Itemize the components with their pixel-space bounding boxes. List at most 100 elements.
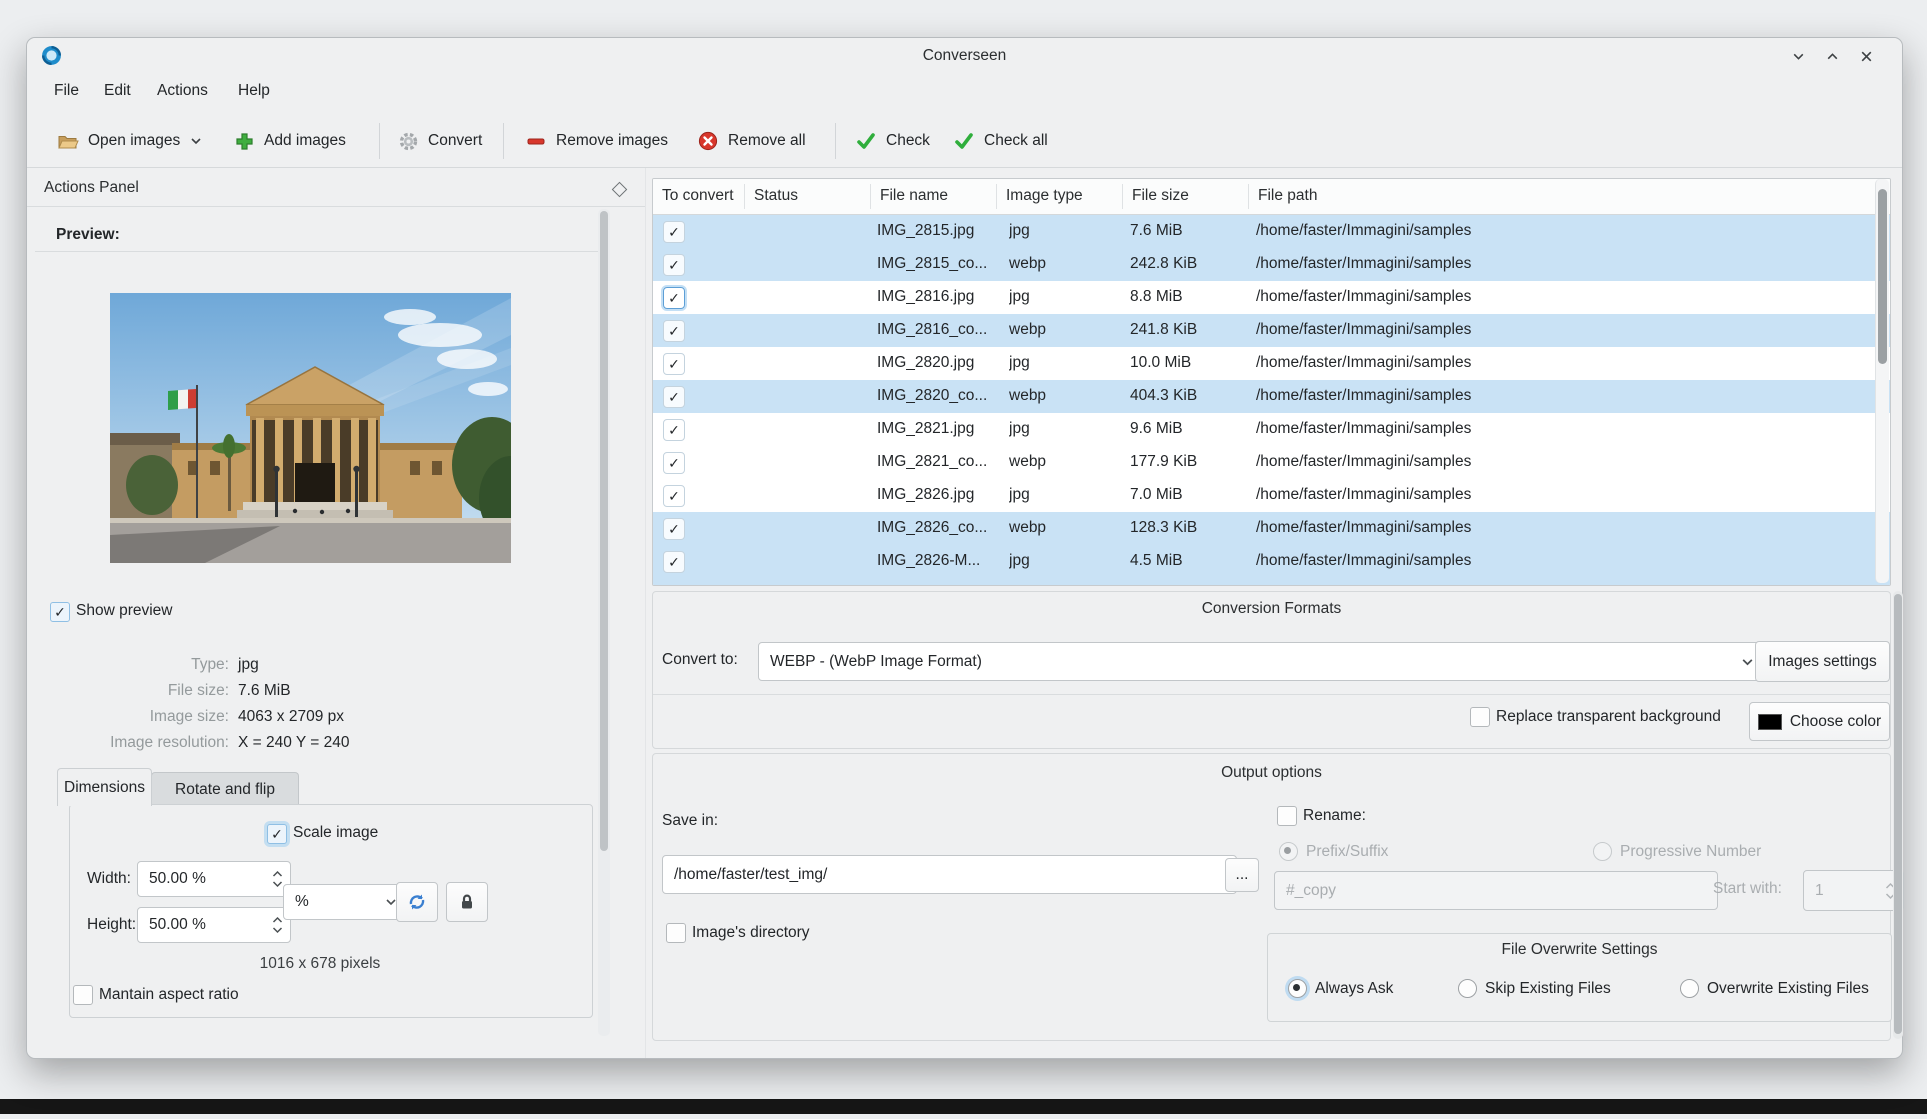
progressive-number-radio[interactable] [1593,842,1612,861]
open-images-button[interactable]: Open images [49,121,211,161]
image-resolution-value: X = 240 Y = 240 [238,734,350,751]
cell-file-size: 8.8 MiB [1130,288,1183,305]
height-spin-arrows[interactable] [272,916,283,934]
splitter[interactable] [645,168,646,1058]
table-row[interactable]: ✓ IMG_2816.jpg jpg 8.8 MiB/home/faster/Imma… [653,281,1890,314]
table-row[interactable]: ✓ IMG_2826_co... webp 128.3 KiB/home/faster… [653,512,1890,545]
to-convert-checkbox[interactable]: ✓ [663,221,685,243]
to-convert-checkbox[interactable]: ✓ [663,287,685,309]
add-images-button[interactable]: Add images [225,121,354,161]
settings-scrollbar-handle[interactable] [1894,594,1902,1034]
width-spinbox[interactable]: 50.00 % [137,861,291,897]
cell-image-type: webp [1009,255,1047,272]
panel-scrollbar-handle[interactable] [600,211,608,851]
browse-button[interactable]: ... [1225,858,1259,892]
maintain-aspect-checkbox[interactable] [73,985,93,1005]
cell-file-name: IMG_2820_co... [877,387,988,404]
images-directory-checkbox[interactable] [666,923,686,943]
show-preview-checkbox[interactable]: ✓ [50,602,70,622]
height-spinbox[interactable]: 50.00 % [137,907,291,943]
conversion-divider [653,694,1890,695]
cell-file-size: 4.5 MiB [1130,552,1183,569]
minimize-button[interactable] [1790,48,1806,64]
check-button[interactable]: Check [847,121,938,161]
lock-icon [458,893,476,911]
dock-float-icon[interactable] [611,181,628,198]
lock-ratio-button[interactable] [446,882,488,922]
header-divider [996,184,997,209]
remove-minus-icon [525,130,547,152]
column-header[interactable]: To convert [662,187,734,205]
to-convert-checkbox[interactable]: ✓ [663,452,685,474]
overwrite-existing-radio[interactable] [1680,979,1699,998]
table-row[interactable]: ✓ IMG_2821.jpg jpg 9.6 MiB/home/faster/Imma… [653,413,1890,446]
save-path-input[interactable]: /home/faster/test_img/ [662,855,1237,894]
prefix-suffix-radio[interactable] [1279,842,1298,861]
images-settings-button[interactable]: Images settings [1755,641,1890,682]
preview-image [110,293,511,563]
width-spin-arrows[interactable] [272,870,283,888]
file-overwrite-groupbox: File Overwrite Settings Always Ask Skip … [1267,933,1892,1022]
column-header[interactable]: Status [754,187,798,205]
table-scrollbar-handle[interactable] [1878,189,1887,364]
close-button[interactable] [1858,48,1874,64]
convert-button[interactable]: Convert [389,121,490,161]
check-all-button[interactable]: Check all [945,121,1056,161]
unit-combobox[interactable]: % [283,884,408,920]
menu-help[interactable]: Help [232,80,276,102]
titlebar[interactable]: Converseen [27,38,1902,73]
refresh-dimensions-button[interactable] [396,882,438,922]
to-convert-checkbox[interactable]: ✓ [663,485,685,507]
menu-file[interactable]: File [48,80,85,102]
table-row[interactable]: ✓ IMG_2816_co... webp 241.8 KiB/home/faster… [653,314,1890,347]
table-row-partial[interactable] [653,578,1890,585]
convert-to-label: Convert to: [662,651,738,668]
maximize-button[interactable] [1824,48,1840,64]
table-row[interactable]: ✓ IMG_2826-M... jpg 4.5 MiB/home/faster/Imm… [653,545,1890,578]
to-convert-checkbox[interactable]: ✓ [663,551,685,573]
file-table-header[interactable]: To convert Status File name Image type File … [653,179,1890,215]
header-divider [744,184,745,209]
column-header[interactable]: File path [1258,187,1317,205]
rename-checkbox[interactable] [1277,806,1297,826]
column-header[interactable]: File name [880,187,948,205]
tab-rotate-flip[interactable]: Rotate and flip [151,772,299,806]
output-options-title: Output options [1221,764,1322,781]
cell-file-name: IMG_2816_co... [877,321,988,338]
table-row[interactable]: ✓ IMG_2826.jpg jpg 7.0 MiB/home/faster/Imma… [653,479,1890,512]
remove-images-button[interactable]: Remove images [517,121,676,161]
to-convert-checkbox[interactable]: ✓ [663,518,685,540]
color-swatch [1757,713,1782,730]
menu-actions[interactable]: Actions [151,80,214,102]
rename-pattern-value: #_copy [1286,881,1336,899]
to-convert-checkbox[interactable]: ✓ [663,353,685,375]
menu-edit[interactable]: Edit [98,80,137,102]
table-row[interactable]: ✓ IMG_2820.jpg jpg 10.0 MiB/home/faster/Imm… [653,347,1890,380]
choose-color-button[interactable]: Choose color [1749,702,1890,741]
to-convert-checkbox[interactable]: ✓ [663,419,685,441]
image-size-value: 4063 x 2709 px [238,708,345,725]
table-row[interactable]: ✓ IMG_2820_co... webp 404.3 KiB/home/faster… [653,380,1890,413]
to-convert-checkbox[interactable]: ✓ [663,320,685,342]
progressive-number-label: Progressive Number [1620,843,1762,860]
start-with-spinbox[interactable]: 1 [1803,870,1904,911]
cell-file-path: /home/faster/Immagini/samples [1256,387,1472,404]
to-convert-checkbox[interactable]: ✓ [663,254,685,276]
always-ask-radio[interactable] [1288,979,1307,998]
table-row[interactable]: ✓ IMG_2821_co... webp 177.9 KiB/home/faster… [653,446,1890,479]
remove-all-button[interactable]: Remove all [689,121,814,161]
to-convert-checkbox[interactable]: ✓ [663,386,685,408]
tab-dimensions[interactable]: Dimensions [57,768,152,806]
convert-to-combobox[interactable]: WEBP - (WebP Image Format) [758,642,1765,681]
scale-image-checkbox[interactable]: ✓ [267,824,287,844]
check-icon [855,130,877,152]
table-row[interactable]: ✓ IMG_2815.jpg jpg 7.6 MiB/home/faster/Imma… [653,215,1890,248]
window-title: Converseen [922,47,1007,64]
cell-file-path: /home/faster/Immagini/samples [1256,321,1472,338]
skip-existing-radio[interactable] [1458,979,1477,998]
table-row[interactable]: ✓ IMG_2815_co... webp 242.8 KiB/home/faster… [653,248,1890,281]
column-header[interactable]: File size [1132,187,1189,205]
rename-pattern-input[interactable]: #_copy [1274,871,1718,910]
column-header[interactable]: Image type [1006,187,1083,205]
replace-background-checkbox[interactable] [1470,707,1490,727]
